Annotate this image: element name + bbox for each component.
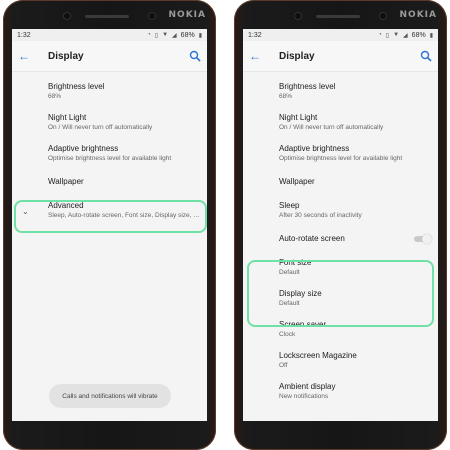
status-bar: 1:32 ◔ ▯ ▼ ◢ 68% ▮	[12, 29, 207, 41]
setting-adaptive-brightness[interactable]: Adaptive brightness Optimise brightness …	[12, 138, 207, 169]
setting-summary: 68%	[279, 93, 293, 100]
brand-logo: NOKIA	[399, 10, 437, 20]
setting-title: Night Light	[279, 113, 318, 122]
auto-rotate-toggle-knob[interactable]	[422, 234, 432, 244]
setting-summary: On / Will never turn off automatically	[48, 124, 153, 131]
notification-icon: ◔	[147, 32, 151, 38]
setting-wallpaper[interactable]: Wallpaper	[243, 169, 438, 195]
vibrate-icon: ▯	[385, 32, 390, 39]
search-icon[interactable]	[420, 50, 432, 62]
setting-title: Brightness level	[279, 82, 336, 91]
setting-summary: Off	[279, 362, 288, 369]
battery-icon: ▮	[198, 32, 202, 39]
advanced-highlight	[14, 200, 207, 233]
search-icon[interactable]	[189, 50, 201, 62]
battery-icon: ▮	[429, 32, 433, 39]
app-bar: ← Display	[243, 41, 438, 72]
setting-summary: New notifications	[279, 393, 329, 400]
toast-message: Calls and notifications will vibrate	[49, 384, 171, 408]
font-display-size-highlight	[247, 260, 434, 327]
back-arrow-icon[interactable]: ←	[249, 49, 267, 63]
battery-percent: 68%	[411, 31, 426, 39]
wifi-icon: ▼	[393, 32, 400, 38]
back-arrow-icon[interactable]: ←	[18, 49, 36, 63]
setting-brightness-level[interactable]: Brightness level 68%	[243, 76, 438, 107]
setting-summary: After 30 seconds of inactivity	[279, 212, 362, 219]
front-camera-icon	[63, 12, 71, 20]
setting-title: Adaptive brightness	[48, 144, 119, 153]
setting-summary: On / Will never turn off automatically	[279, 124, 384, 131]
setting-title: Adaptive brightness	[279, 144, 350, 153]
signal-icon: ◢	[403, 32, 408, 39]
sensor-icon	[379, 12, 387, 20]
earpiece	[316, 15, 360, 18]
setting-adaptive-brightness[interactable]: Adaptive brightness Optimise brightness …	[243, 138, 438, 169]
earpiece	[85, 15, 129, 18]
screen: 1:32 ◔ ▯ ▼ ◢ 68% ▮ ← Display Brightness …	[243, 29, 438, 421]
setting-auto-rotate[interactable]: Auto-rotate screen	[243, 226, 438, 252]
setting-title: Wallpaper	[279, 177, 315, 186]
setting-summary: Optimise brightness level for available …	[279, 155, 403, 162]
setting-night-light[interactable]: Night Light On / Will never turn off aut…	[12, 107, 207, 138]
front-camera-icon	[294, 12, 302, 20]
setting-brightness-level[interactable]: Brightness level 68%	[12, 76, 207, 107]
setting-summary: 68%	[48, 93, 62, 100]
status-bar: 1:32 ◔ ▯ ▼ ◢ 68% ▮	[243, 29, 438, 41]
battery-percent: 68%	[180, 31, 195, 39]
setting-title: Wallpaper	[48, 177, 84, 186]
setting-ambient-display[interactable]: Ambient display New notifications	[243, 376, 438, 407]
setting-wallpaper[interactable]: Wallpaper	[12, 169, 207, 195]
notification-icon: ◔	[378, 32, 382, 38]
phone-right: NOKIA 1:32 ◔ ▯ ▼ ◢ 68% ▮ ← Display Brigh…	[234, 0, 447, 450]
app-bar: ← Display	[12, 41, 207, 72]
setting-title: Brightness level	[48, 82, 105, 91]
vibrate-icon: ▯	[154, 32, 159, 39]
setting-sleep[interactable]: Sleep After 30 seconds of inactivity	[243, 195, 438, 226]
phone-left: NOKIA 1:32 ◔ ▯ ▼ ◢ 68% ▮ ← Display Brigh…	[3, 0, 216, 450]
status-time: 1:32	[248, 31, 262, 39]
setting-title: Sleep	[279, 201, 300, 210]
setting-title: Ambient display	[279, 382, 336, 391]
sensor-icon	[148, 12, 156, 20]
setting-lockscreen-magazine[interactable]: Lockscreen Magazine Off	[243, 345, 438, 376]
screen: 1:32 ◔ ▯ ▼ ◢ 68% ▮ ← Display Brightness …	[12, 29, 207, 421]
settings-list: Brightness level 68% Night Light On / Wi…	[243, 72, 438, 407]
wifi-icon: ▼	[162, 32, 169, 38]
setting-night-light[interactable]: Night Light On / Will never turn off aut…	[243, 107, 438, 138]
signal-icon: ◢	[172, 32, 177, 39]
brand-logo: NOKIA	[168, 10, 206, 20]
setting-summary: Optimise brightness level for available …	[48, 155, 172, 162]
page-title: Display	[279, 50, 315, 62]
page-title: Display	[48, 50, 84, 62]
setting-title: Lockscreen Magazine	[279, 351, 357, 360]
setting-summary: Clock	[279, 331, 296, 338]
status-time: 1:32	[17, 31, 31, 39]
setting-title: Night Light	[48, 113, 87, 122]
